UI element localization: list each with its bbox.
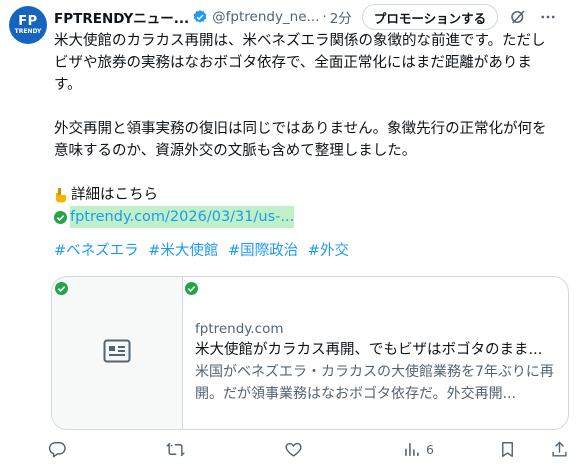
grok-icon[interactable] <box>509 8 527 26</box>
card-text: fptrendy.com 米大使館がカラカス再開、でもビザはボゴタのまま... … <box>183 277 568 429</box>
more-options-icon[interactable] <box>539 8 557 26</box>
reply-button[interactable] <box>48 440 67 459</box>
check-icon <box>185 280 198 299</box>
heart-icon <box>284 440 303 459</box>
promote-button[interactable]: プロモーションする <box>361 4 499 30</box>
hashtag-link[interactable]: #米大使館 <box>148 243 218 259</box>
card-thumbnail <box>52 277 183 429</box>
author-name[interactable]: FPTRENDYニュー... <box>54 7 189 27</box>
tweet-line: 意味するのか、資源外交の文脈も含めて整理しました。 <box>54 143 417 159</box>
tweet-line: 米大使館のカラカス再開は、米ベネズエラ関係の象徴的な前進です。ただし <box>54 33 546 49</box>
timestamp[interactable]: 2分 <box>330 7 352 27</box>
card-description: 米国がベネズエラ・カラカスの大使館業務を7年ぶりに再開。だが領事業務はなおボゴタ… <box>195 364 554 402</box>
bookmark-icon <box>498 440 517 459</box>
action-bar: 6 <box>48 440 572 462</box>
author-handle[interactable]: @fptrendy_ne... <box>212 9 319 25</box>
article-link[interactable]: fptrendy.com/2026/03/31/us-... <box>70 206 295 228</box>
hashtag-link[interactable]: #ベネズエラ <box>54 243 139 259</box>
like-button[interactable] <box>284 440 303 459</box>
hashtags: #ベネズエラ #米大使館 #国際政治 #外交 <box>54 240 574 262</box>
verified-badge-icon <box>192 9 208 25</box>
avatar[interactable]: FP TRENDY <box>9 6 47 44</box>
card-domain: fptrendy.com <box>195 321 284 337</box>
check-icon <box>55 280 68 299</box>
tweet-line: 外交再開と領事実務の復旧は同じではありません。象徴先行の正常化が何を <box>54 121 547 137</box>
avatar-logo-subtext: TRENDY <box>14 27 42 35</box>
card-title: 米大使館がカラカス再開、でもビザはボゴタのまま... <box>195 342 543 358</box>
hashtag-link[interactable]: #国際政治 <box>228 243 298 259</box>
pointing-down-icon <box>54 187 68 203</box>
repost-icon <box>166 440 185 459</box>
link-line: fptrendy.com/2026/03/31/us-... <box>54 206 574 228</box>
tweet-header: FPTRENDYニュー... @fptrendy_ne... · 2分 プロモー… <box>54 4 572 30</box>
analytics-icon <box>402 440 421 459</box>
share-button[interactable] <box>550 440 569 459</box>
link-preview-card[interactable]: fptrendy.com 米大使館がカラカス再開、でもビザはボゴタのまま... … <box>51 276 569 430</box>
repost-button[interactable] <box>166 440 185 459</box>
share-icon <box>550 440 569 459</box>
details-line: 詳細はこちら <box>54 184 574 206</box>
details-label: 詳細はこちら <box>71 187 158 203</box>
views-button[interactable]: 6 <box>402 440 434 459</box>
tweet-line: す。 <box>54 77 82 93</box>
hashtag-link[interactable]: #外交 <box>308 243 349 259</box>
check-icon <box>54 210 67 224</box>
separator-dot: · <box>322 9 327 25</box>
reply-icon <box>48 440 67 459</box>
views-count: 6 <box>426 442 434 457</box>
avatar-logo-text: FP <box>18 13 38 29</box>
article-placeholder-icon <box>103 339 131 367</box>
bookmark-button[interactable] <box>498 440 517 459</box>
tweet-text: 米大使館のカラカス再開は、米ベネズエラ関係の象徴的な前進です。ただし ビザや旅券… <box>54 30 574 262</box>
tweet-line: ビザや旅券の実務はなおボゴタ依存で、全面正常化にはまだ距離がありま <box>54 55 532 71</box>
